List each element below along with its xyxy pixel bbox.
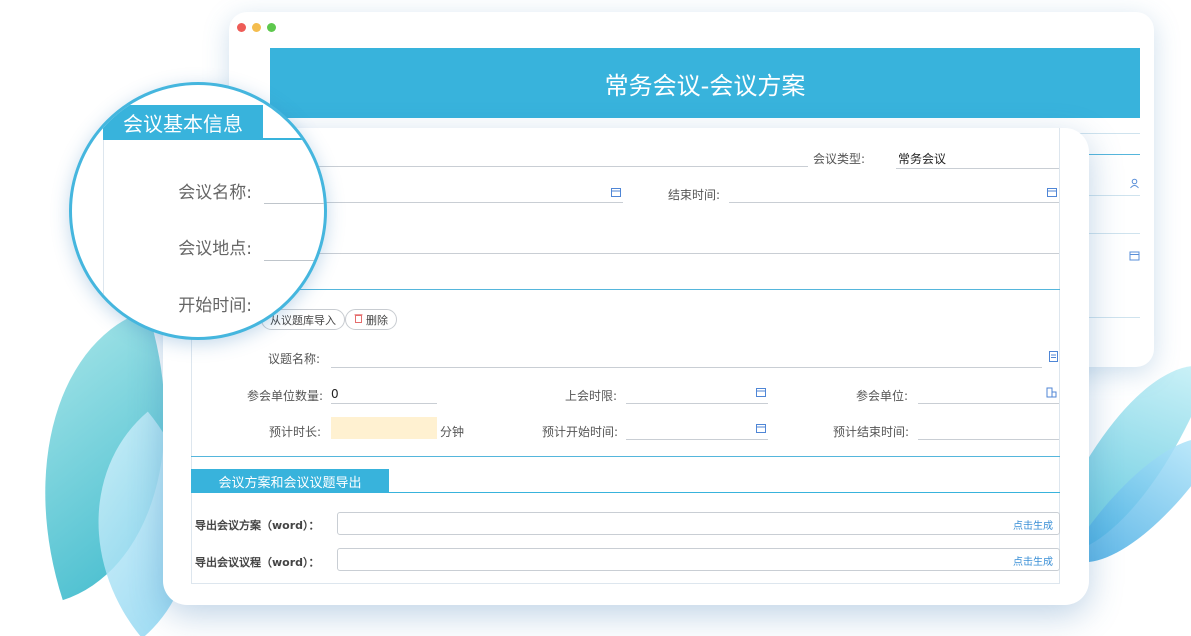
- minimize-window-button[interactable]: [252, 23, 261, 32]
- meeting-type-value[interactable]: 常务会议: [898, 150, 946, 167]
- topic-name-label: 议题名称:: [268, 352, 321, 366]
- maximize-window-button[interactable]: [267, 23, 276, 32]
- unit-count-label: 参会单位数量:: [247, 389, 324, 403]
- attending-unit-label: 参会单位:: [856, 389, 909, 403]
- generate-plan-button[interactable]: 点击生成: [1013, 517, 1053, 532]
- calendar-icon[interactable]: [1047, 187, 1057, 200]
- expected-start-input[interactable]: [626, 439, 768, 440]
- unit-count-input[interactable]: [331, 403, 437, 404]
- duration-input[interactable]: [331, 417, 437, 439]
- export-section-title: 会议方案和会议议题导出: [191, 469, 389, 493]
- duration-label: 预计时长:: [269, 425, 322, 439]
- frame-border: [103, 140, 104, 337]
- export-section-underline: [191, 492, 1060, 493]
- document-icon[interactable]: [1049, 351, 1058, 365]
- delete-button[interactable]: 删除: [345, 309, 397, 330]
- section-divider: [191, 289, 1060, 290]
- export-plan-label: 导出会议方案（word）：: [195, 519, 320, 532]
- meeting-place-label: 会议地点:: [178, 239, 252, 259]
- calendar-icon[interactable]: [1129, 250, 1140, 264]
- meeting-name-input[interactable]: [263, 166, 808, 167]
- export-agenda-field: 点击生成: [337, 548, 1060, 571]
- attending-unit-input[interactable]: [918, 403, 1059, 404]
- time-limit-label: 上会时限:: [565, 389, 618, 403]
- calendar-icon[interactable]: [611, 187, 621, 200]
- zoom-magnifier: 会议基本信息 会议名称: 会议地点: 开始时间:: [69, 82, 327, 340]
- topic-name-input[interactable]: [331, 367, 1042, 368]
- user-icon[interactable]: [1129, 178, 1140, 192]
- expected-end-input[interactable]: [918, 439, 1059, 440]
- start-time-label: 开始时间:: [178, 296, 252, 316]
- window-titlebar: [229, 12, 1154, 42]
- calendar-icon[interactable]: [756, 423, 766, 436]
- expected-start-label: 预计开始时间:: [542, 425, 619, 439]
- export-plan-field: 点击生成: [337, 512, 1060, 535]
- trash-icon: [354, 313, 363, 326]
- meeting-type-input[interactable]: [896, 168, 1059, 169]
- expected-end-label: 预计结束时间:: [833, 425, 910, 439]
- meeting-place-input[interactable]: [264, 260, 324, 261]
- section-divider: [191, 456, 1060, 457]
- calendar-icon[interactable]: [756, 387, 766, 400]
- duration-unit: 分钟: [440, 425, 465, 439]
- meeting-place-input[interactable]: [263, 253, 1059, 254]
- meeting-type-label: 会议类型:: [813, 152, 866, 166]
- export-agenda-label: 导出会议议程（word）：: [195, 556, 320, 569]
- generate-agenda-button[interactable]: 点击生成: [1013, 553, 1053, 568]
- section-underline: [103, 138, 324, 140]
- meeting-name-input[interactable]: [264, 203, 324, 204]
- page-title: 常务会议-会议方案: [270, 48, 1140, 118]
- unit-count-value[interactable]: 0: [331, 387, 339, 401]
- basic-info-section-title: 会议基本信息: [103, 105, 263, 139]
- close-window-button[interactable]: [237, 23, 246, 32]
- time-limit-input[interactable]: [626, 403, 768, 404]
- org-icon[interactable]: [1046, 387, 1057, 401]
- end-time-input[interactable]: [729, 202, 1059, 203]
- meeting-name-label: 会议名称:: [178, 183, 252, 203]
- end-time-label: 结束时间:: [668, 188, 721, 202]
